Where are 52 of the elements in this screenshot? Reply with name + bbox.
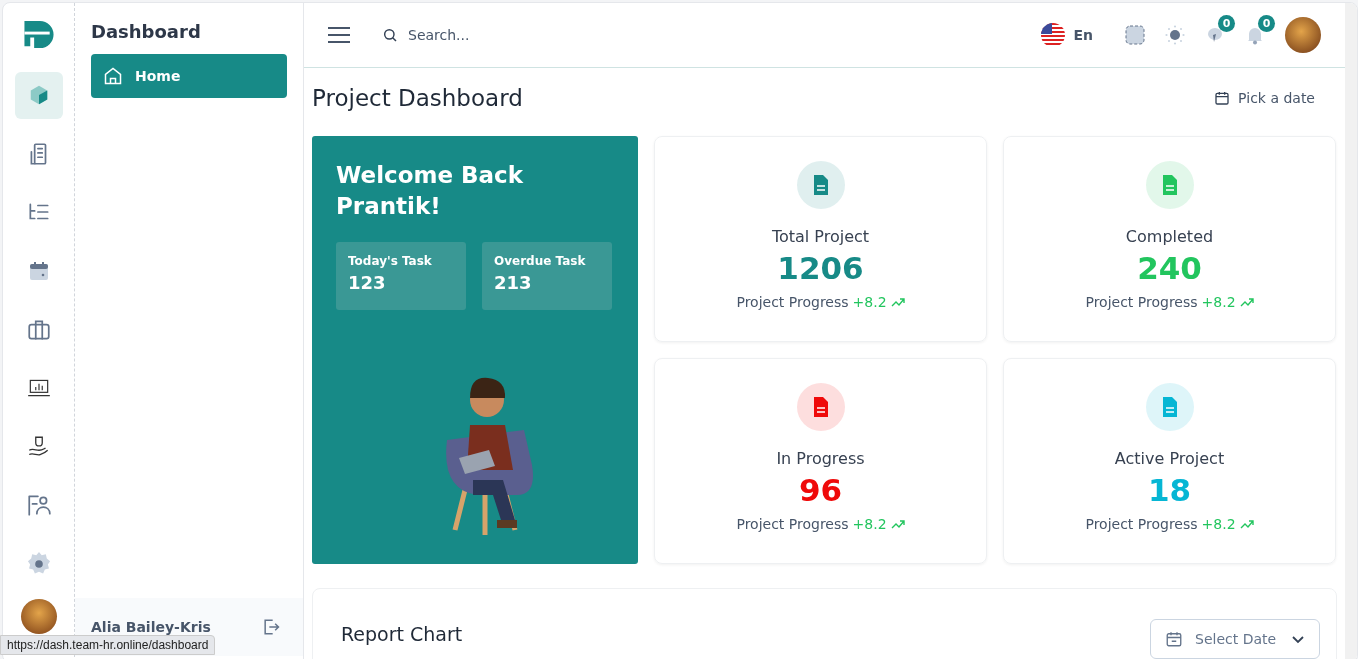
progress-label: Project Progress xyxy=(1085,294,1198,310)
date-select[interactable]: Select Date xyxy=(1150,619,1320,659)
progress-delta: +8.2 xyxy=(852,294,905,310)
trend-up-icon xyxy=(1239,297,1254,307)
progress-delta: +8.2 xyxy=(1201,516,1254,532)
task-label: Overdue Task xyxy=(494,254,587,269)
language-label[interactable]: En xyxy=(1073,27,1093,43)
progress-delta: +8.2 xyxy=(1201,294,1254,310)
calendar-icon xyxy=(1165,630,1183,648)
document-icon xyxy=(1145,383,1194,431)
report-title: Report Chart xyxy=(341,623,463,647)
task-count: 213 xyxy=(494,272,533,294)
trend-up-icon xyxy=(1239,519,1254,529)
menu-icon[interactable] xyxy=(328,26,350,44)
stat-value: 18 xyxy=(1147,472,1192,508)
document-icon xyxy=(796,383,845,431)
task-label: Today's Task xyxy=(348,254,433,269)
avatar[interactable] xyxy=(20,599,57,634)
stat-value: 240 xyxy=(1137,250,1202,286)
nav-item[interactable]: Home xyxy=(91,54,287,98)
task-count: 123 xyxy=(348,272,387,294)
progress-label: Project Progress xyxy=(736,294,849,310)
home-icon xyxy=(103,66,123,86)
progress-delta: +8.2 xyxy=(852,516,905,532)
flag-icon xyxy=(1041,23,1066,47)
stat-title: Completed xyxy=(1125,227,1214,246)
sun-icon[interactable] xyxy=(1165,25,1185,45)
date-picker-button[interactable]: Pick a date xyxy=(1208,89,1321,107)
stat-title: In Progress xyxy=(776,449,865,468)
link-url-tooltip: https://dash.team-hr.online/dashboard xyxy=(0,635,216,655)
document-icon xyxy=(796,161,845,209)
welcome-title: Welcome Back Prantik! xyxy=(336,161,525,222)
calendar-icon xyxy=(1214,90,1231,106)
fullscreen-icon[interactable] xyxy=(1125,25,1145,45)
stat-title: Active Project xyxy=(1114,449,1225,468)
person-board-icon xyxy=(25,492,52,519)
trend-up-icon xyxy=(890,297,905,307)
logout-icon[interactable] xyxy=(261,617,281,637)
document-icon xyxy=(1145,161,1194,209)
stat-value: 96 xyxy=(798,472,843,508)
sidebar-title: Dashboard xyxy=(90,20,202,44)
page-title: Project Dashboard xyxy=(312,85,523,111)
trend-up-icon xyxy=(890,519,905,529)
search-icon xyxy=(382,27,398,43)
stat-title: Total Project xyxy=(771,227,870,246)
user-name: Alia Bailey-Kris xyxy=(91,619,211,635)
progress-label: Project Progress xyxy=(1085,516,1198,532)
avatar[interactable] xyxy=(1285,17,1321,53)
count-badge: 0 xyxy=(1258,15,1275,32)
count-badge: 0 xyxy=(1218,15,1235,32)
progress-label: Project Progress xyxy=(736,516,849,532)
stat-value: 1206 xyxy=(777,250,864,286)
